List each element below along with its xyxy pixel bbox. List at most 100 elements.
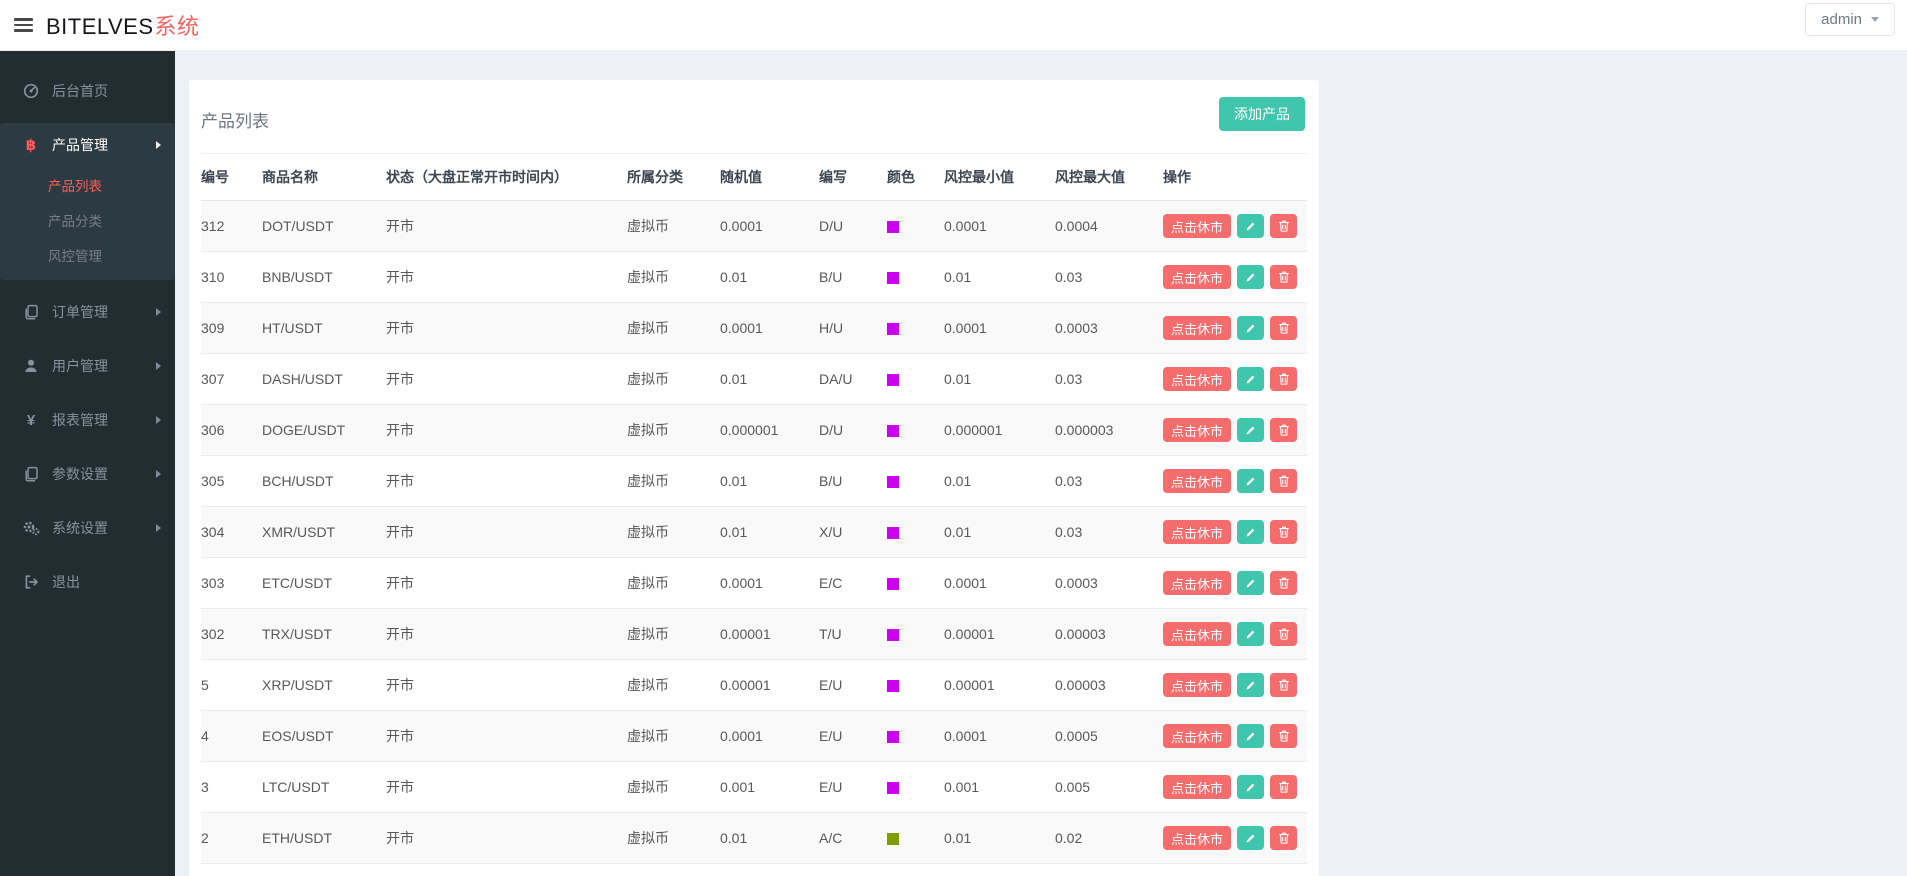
close-market-button[interactable]: 点击休市 bbox=[1163, 622, 1232, 646]
product-table: 编号 商品名称 状态（大盘正常开市时间内） 所属分类 随机值 编写 颜色 风控最… bbox=[201, 153, 1307, 876]
cell-id: 309 bbox=[201, 302, 262, 354]
user-menu-dropdown[interactable]: admin bbox=[1805, 3, 1895, 36]
chevron-right-icon bbox=[156, 308, 161, 316]
edit-button[interactable] bbox=[1237, 214, 1265, 238]
cell-risk-min: 0.0001 bbox=[944, 863, 1055, 876]
close-market-button[interactable]: 点击休市 bbox=[1163, 214, 1232, 238]
edit-button[interactable] bbox=[1237, 724, 1265, 748]
cell-status: 开市 bbox=[386, 506, 627, 558]
delete-button[interactable] bbox=[1270, 214, 1298, 238]
delete-button[interactable] bbox=[1270, 469, 1298, 493]
cell-product-name: BCH/USDT bbox=[262, 455, 386, 507]
delete-button[interactable] bbox=[1270, 418, 1298, 442]
close-market-button[interactable]: 点击休市 bbox=[1163, 418, 1232, 442]
cell-risk-min: 0.0001 bbox=[944, 710, 1055, 762]
edit-button[interactable] bbox=[1237, 622, 1265, 646]
edit-button[interactable] bbox=[1237, 826, 1265, 850]
cell-product-name: ETC/USDT bbox=[262, 557, 386, 609]
close-market-button[interactable]: 点击休市 bbox=[1163, 316, 1232, 340]
cell-category: 虚拟币 bbox=[627, 761, 720, 813]
cell-risk-max: 0.005 bbox=[1055, 761, 1163, 813]
sidebar-item-product-management[interactable]: ฿ 产品管理 bbox=[0, 123, 175, 167]
cell-color bbox=[887, 251, 944, 303]
close-market-button[interactable]: 点击休市 bbox=[1163, 673, 1232, 697]
cell-risk-max: 0.03 bbox=[1055, 251, 1163, 303]
cell-random-value: 0.0001 bbox=[720, 863, 819, 876]
cell-risk-max: 0.0005 bbox=[1055, 710, 1163, 762]
add-product-button[interactable]: 添加产品 bbox=[1219, 97, 1305, 131]
delete-button[interactable] bbox=[1270, 724, 1298, 748]
close-market-button[interactable]: 点击休市 bbox=[1163, 775, 1232, 799]
dashboard-icon bbox=[20, 83, 42, 99]
delete-button[interactable] bbox=[1270, 826, 1298, 850]
cell-risk-max: 0.00003 bbox=[1055, 608, 1163, 660]
sidebar-subitem-product-category[interactable]: 产品分类 bbox=[0, 202, 175, 237]
yen-icon: ¥ bbox=[26, 411, 36, 429]
chevron-right-icon bbox=[156, 470, 161, 478]
close-market-button[interactable]: 点击休市 bbox=[1163, 520, 1232, 544]
delete-button[interactable] bbox=[1270, 316, 1298, 340]
delete-button[interactable] bbox=[1270, 520, 1298, 544]
edit-button[interactable] bbox=[1237, 418, 1265, 442]
cell-category: 虚拟币 bbox=[627, 506, 720, 558]
cell-actions: 点击休市 bbox=[1163, 302, 1307, 354]
sidebar-item-report-management[interactable]: ¥ 报表管理 bbox=[0, 398, 175, 442]
close-market-button[interactable]: 点击休市 bbox=[1163, 469, 1232, 493]
cell-status: 开市 bbox=[386, 761, 627, 813]
cell-category: 虚拟币 bbox=[627, 218, 669, 234]
delete-button[interactable] bbox=[1270, 775, 1298, 799]
app-logo: BITELVES 系统 bbox=[46, 9, 200, 41]
close-market-button[interactable]: 点击休市 bbox=[1163, 571, 1232, 595]
sidebar-item-order-management[interactable]: 订单管理 bbox=[0, 290, 175, 334]
col-header-random: 随机值 bbox=[720, 153, 819, 201]
cell-color bbox=[887, 201, 944, 252]
sidebar-item-system-settings[interactable]: 系统设置 bbox=[0, 506, 175, 550]
trash-icon bbox=[1278, 219, 1290, 233]
sidebar-item-logout[interactable]: 退出 bbox=[0, 560, 175, 604]
cell-id: 4 bbox=[201, 710, 262, 762]
cell-code: DA/U bbox=[819, 353, 887, 405]
delete-button[interactable] bbox=[1270, 622, 1298, 646]
cell-risk-max: 0.03 bbox=[1055, 353, 1163, 405]
sidebar-subitem-label: 产品分类 bbox=[48, 213, 102, 229]
edit-button[interactable] bbox=[1237, 520, 1265, 544]
cell-status: 开市 bbox=[386, 557, 627, 609]
cell-random-value: 0.00001 bbox=[720, 659, 819, 711]
edit-button[interactable] bbox=[1237, 367, 1265, 391]
cell-actions: 点击休市 bbox=[1163, 812, 1307, 864]
edit-button[interactable] bbox=[1237, 571, 1265, 595]
close-market-button[interactable]: 点击休市 bbox=[1163, 367, 1232, 391]
sidebar-item-user-management[interactable]: 用户管理 bbox=[0, 344, 175, 388]
sidebar-item-dashboard[interactable]: 后台首页 bbox=[0, 69, 175, 113]
sidebar-item-parameter-settings[interactable]: 参数设置 bbox=[0, 452, 175, 496]
table-row: 304 XMR/USDT 开市 虚拟币 0.01 X/U 0.01 0.03 点… bbox=[201, 506, 1307, 558]
sidebar-item-label: 产品管理 bbox=[52, 137, 108, 153]
delete-button[interactable] bbox=[1270, 571, 1298, 595]
edit-button[interactable] bbox=[1237, 775, 1265, 799]
delete-button[interactable] bbox=[1270, 367, 1298, 391]
sidebar-toggle-button[interactable] bbox=[0, 0, 46, 51]
sidebar-subitem-product-list[interactable]: 产品列表 bbox=[0, 167, 175, 202]
delete-button[interactable] bbox=[1270, 265, 1298, 289]
edit-button[interactable] bbox=[1237, 673, 1265, 697]
edit-button[interactable] bbox=[1237, 265, 1265, 289]
cell-product-name: ETH/USDT bbox=[262, 812, 386, 864]
table-row: 305 BCH/USDT 开市 虚拟币 0.01 B/U 0.01 0.03 点… bbox=[201, 455, 1307, 507]
cell-actions: 点击休市 bbox=[1163, 710, 1307, 762]
cell-status: 开市 bbox=[386, 710, 627, 762]
close-market-button[interactable]: 点击休市 bbox=[1163, 265, 1232, 289]
edit-button[interactable] bbox=[1237, 316, 1265, 340]
sidebar-subitem-risk-management[interactable]: 风控管理 bbox=[0, 237, 175, 272]
cell-random-value: 0.001 bbox=[720, 761, 819, 813]
trash-icon bbox=[1278, 831, 1290, 845]
cell-code: E/U bbox=[819, 659, 887, 711]
cell-code: E/U bbox=[819, 863, 887, 876]
delete-button[interactable] bbox=[1270, 673, 1298, 697]
cell-status: 开市 bbox=[386, 455, 627, 507]
cell-product-name: DASH/USDT bbox=[262, 353, 386, 405]
edit-button[interactable] bbox=[1237, 469, 1265, 493]
close-market-button[interactable]: 点击休市 bbox=[1163, 724, 1232, 748]
close-market-button[interactable]: 点击休市 bbox=[1163, 826, 1232, 850]
cell-risk-min: 0.00001 bbox=[944, 659, 1055, 711]
col-header-actions: 操作 bbox=[1163, 153, 1307, 201]
